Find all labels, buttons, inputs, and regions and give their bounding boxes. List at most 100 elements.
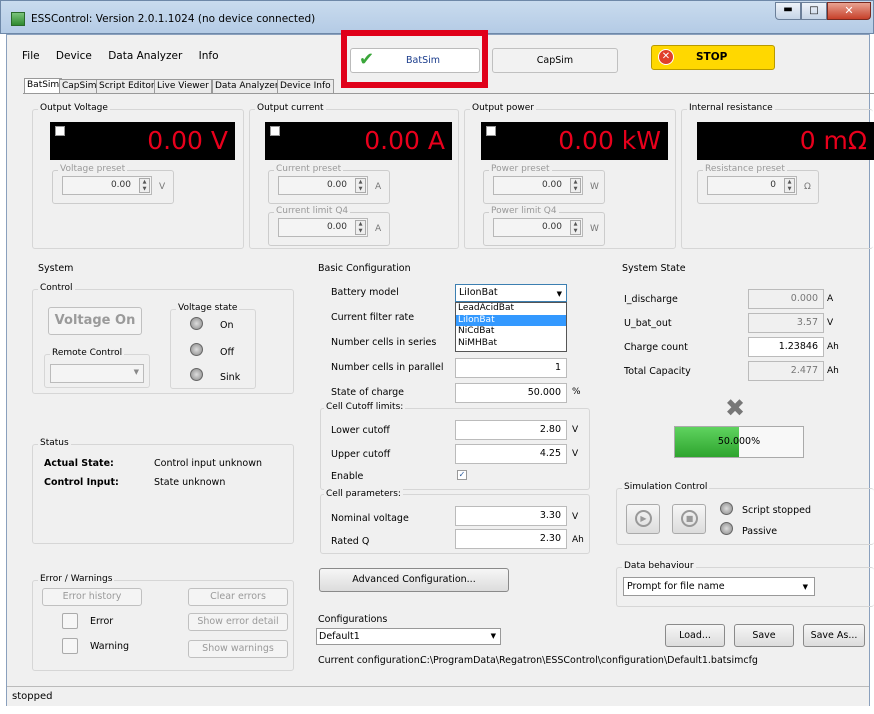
tab-script-editor[interactable]: Script Editor xyxy=(96,79,158,93)
charge-count-unit: Ah xyxy=(827,342,839,352)
spinner-arrows-icon[interactable]: ▲ ▼ xyxy=(784,178,795,193)
upper-cutoff-label: Upper cutoff xyxy=(331,449,391,460)
cutoff-title: Cell Cutoff limits: xyxy=(324,402,406,412)
option-nimh[interactable]: NiMHBat xyxy=(456,338,566,350)
advanced-config-button[interactable]: Advanced Configuration... xyxy=(319,568,509,592)
system-state-title: System State xyxy=(622,263,686,274)
error-label: Error xyxy=(90,616,114,627)
minimize-button[interactable]: ▬ xyxy=(775,2,801,20)
output-voltage-title: Output Voltage xyxy=(38,103,110,113)
output-power-display: 0.00 kW xyxy=(481,122,668,160)
play-button[interactable]: ▶ xyxy=(626,504,660,534)
errors-title: Error / Warnings xyxy=(38,574,115,584)
option-nicd[interactable]: NiCdBat xyxy=(456,326,566,338)
rated-q-label: Rated Q xyxy=(331,536,370,547)
stop-button[interactable]: ✕ STOP xyxy=(651,45,775,70)
app-icon xyxy=(11,12,25,26)
spinner-arrows-icon[interactable]: ▲ ▼ xyxy=(355,220,366,235)
u-bat-out-label: U_bat_out xyxy=(624,318,672,329)
current-config-label: Current configuration: xyxy=(318,655,423,666)
power-preset-spinner[interactable]: 0.00 ▲ ▼ xyxy=(493,176,583,195)
lower-cutoff-label: Lower cutoff xyxy=(331,425,390,436)
tab-capsim[interactable]: CapSim xyxy=(59,79,100,93)
cell-params-title: Cell parameters: xyxy=(324,489,403,499)
current-limit-label: Current limit Q4 xyxy=(274,206,351,216)
error-history-button[interactable]: Error history xyxy=(42,588,142,606)
soc-input[interactable]: 50.000 xyxy=(455,383,567,403)
stop-label: STOP xyxy=(696,51,728,63)
resistance-preset-label: Resistance preset xyxy=(703,164,787,174)
nominal-voltage-input[interactable]: 3.30 xyxy=(455,506,567,526)
stop-sim-button[interactable]: ■ xyxy=(672,504,706,534)
warning-label: Warning xyxy=(90,641,130,652)
configurations-select[interactable]: Default1 ▼ xyxy=(316,628,501,645)
script-state-label: Script stopped xyxy=(742,505,811,516)
script-state-indicator xyxy=(720,502,733,515)
u-bat-out-unit: V xyxy=(827,318,834,328)
enable-checkbox[interactable]: ✓ xyxy=(457,470,467,480)
save-button[interactable]: Save xyxy=(734,624,794,647)
voltage-state-title: Voltage state xyxy=(176,303,240,313)
close-window-button[interactable]: ✕ xyxy=(827,2,871,20)
warning-indicator xyxy=(62,638,78,654)
option-leadacid[interactable]: LeadAcidBat xyxy=(456,303,566,315)
show-error-detail-button[interactable]: Show error detail xyxy=(188,613,288,631)
output-current-checkbox[interactable] xyxy=(270,126,280,136)
resistance-preset-spinner[interactable]: 0 ▲ ▼ xyxy=(707,176,797,195)
tab-live-viewer[interactable]: Live Viewer xyxy=(154,79,212,93)
output-voltage-display: 0.00 V xyxy=(50,122,235,160)
state-sink-indicator xyxy=(190,368,203,381)
remote-control-select[interactable]: ▼ xyxy=(50,364,144,383)
maximize-button[interactable]: □ xyxy=(801,2,827,20)
current-preset-spinner[interactable]: 0.00 ▲ ▼ xyxy=(278,176,368,195)
menu-data-analyzer[interactable]: Data Analyzer xyxy=(108,50,182,62)
actual-state-label: Actual State: xyxy=(44,458,114,469)
actual-state-value: Control input unknown xyxy=(154,458,262,469)
show-warnings-button[interactable]: Show warnings xyxy=(188,640,288,658)
power-preset-label: Power preset xyxy=(489,164,552,174)
upper-cutoff-input[interactable]: 4.25 xyxy=(455,444,567,464)
tab-batsim[interactable]: BatSim xyxy=(24,78,63,94)
i-discharge-label: I_discharge xyxy=(624,294,678,305)
save-as-button[interactable]: Save As... xyxy=(803,624,865,647)
menu-file[interactable]: File xyxy=(22,50,40,62)
current-preset-unit: A xyxy=(375,182,382,192)
load-button[interactable]: Load... xyxy=(665,624,725,647)
tab-data-analyzer[interactable]: Data Analyzer xyxy=(212,79,282,93)
output-current-title: Output current xyxy=(255,103,326,113)
spinner-arrows-icon[interactable]: ▲ ▼ xyxy=(570,220,581,235)
voltage-preset-spinner[interactable]: 0.00 ▲ ▼ xyxy=(62,176,152,195)
rated-q-input[interactable]: 2.30 xyxy=(455,529,567,549)
chevron-down-icon: ▼ xyxy=(556,290,562,298)
output-power-title: Output power xyxy=(470,103,536,113)
spinner-arrows-icon[interactable]: ▲ ▼ xyxy=(570,178,581,193)
tab-device-info[interactable]: Device Info xyxy=(277,79,334,93)
data-behaviour-select[interactable]: Prompt for file name ▼ xyxy=(623,577,815,596)
battery-model-select[interactable]: LiIonBat ▼ xyxy=(455,284,567,302)
state-off-indicator xyxy=(190,343,203,356)
voltage-on-button[interactable]: Voltage On xyxy=(48,307,142,335)
power-limit-spinner[interactable]: 0.00 ▲ ▼ xyxy=(493,218,583,237)
basic-config-title: Basic Configuration xyxy=(318,263,411,274)
spinner-arrows-icon[interactable]: ▲ ▼ xyxy=(355,178,366,193)
option-liion[interactable]: LiIonBat xyxy=(456,314,566,326)
current-config-path: C:\ProgramData\Regatron\ESSControl\confi… xyxy=(420,655,758,666)
spinner-arrows-icon[interactable]: ▲ ▼ xyxy=(139,178,150,193)
lower-cutoff-input[interactable]: 2.80 xyxy=(455,420,567,440)
passive-label: Passive xyxy=(742,526,778,537)
output-voltage-checkbox[interactable] xyxy=(55,126,65,136)
charge-count-value: 1.23846 xyxy=(748,337,824,357)
current-limit-spinner[interactable]: 0.00 ▲ ▼ xyxy=(278,218,368,237)
menu-info[interactable]: Info xyxy=(199,50,219,62)
status-title: Status xyxy=(38,438,71,448)
menu-device[interactable]: Device xyxy=(56,50,92,62)
rated-q-unit: Ah xyxy=(572,535,584,545)
batsim-button[interactable]: ✔ BatSim xyxy=(350,48,480,73)
cells-parallel-input[interactable]: 1 xyxy=(455,358,567,378)
disconnected-x-icon: ✖ xyxy=(725,394,746,422)
clear-errors-button[interactable]: Clear errors xyxy=(188,588,288,606)
remote-control-title: Remote Control xyxy=(50,348,125,358)
configurations-value: Default1 xyxy=(319,631,360,642)
output-power-checkbox[interactable] xyxy=(486,126,496,136)
capsim-button[interactable]: CapSim xyxy=(492,48,618,73)
